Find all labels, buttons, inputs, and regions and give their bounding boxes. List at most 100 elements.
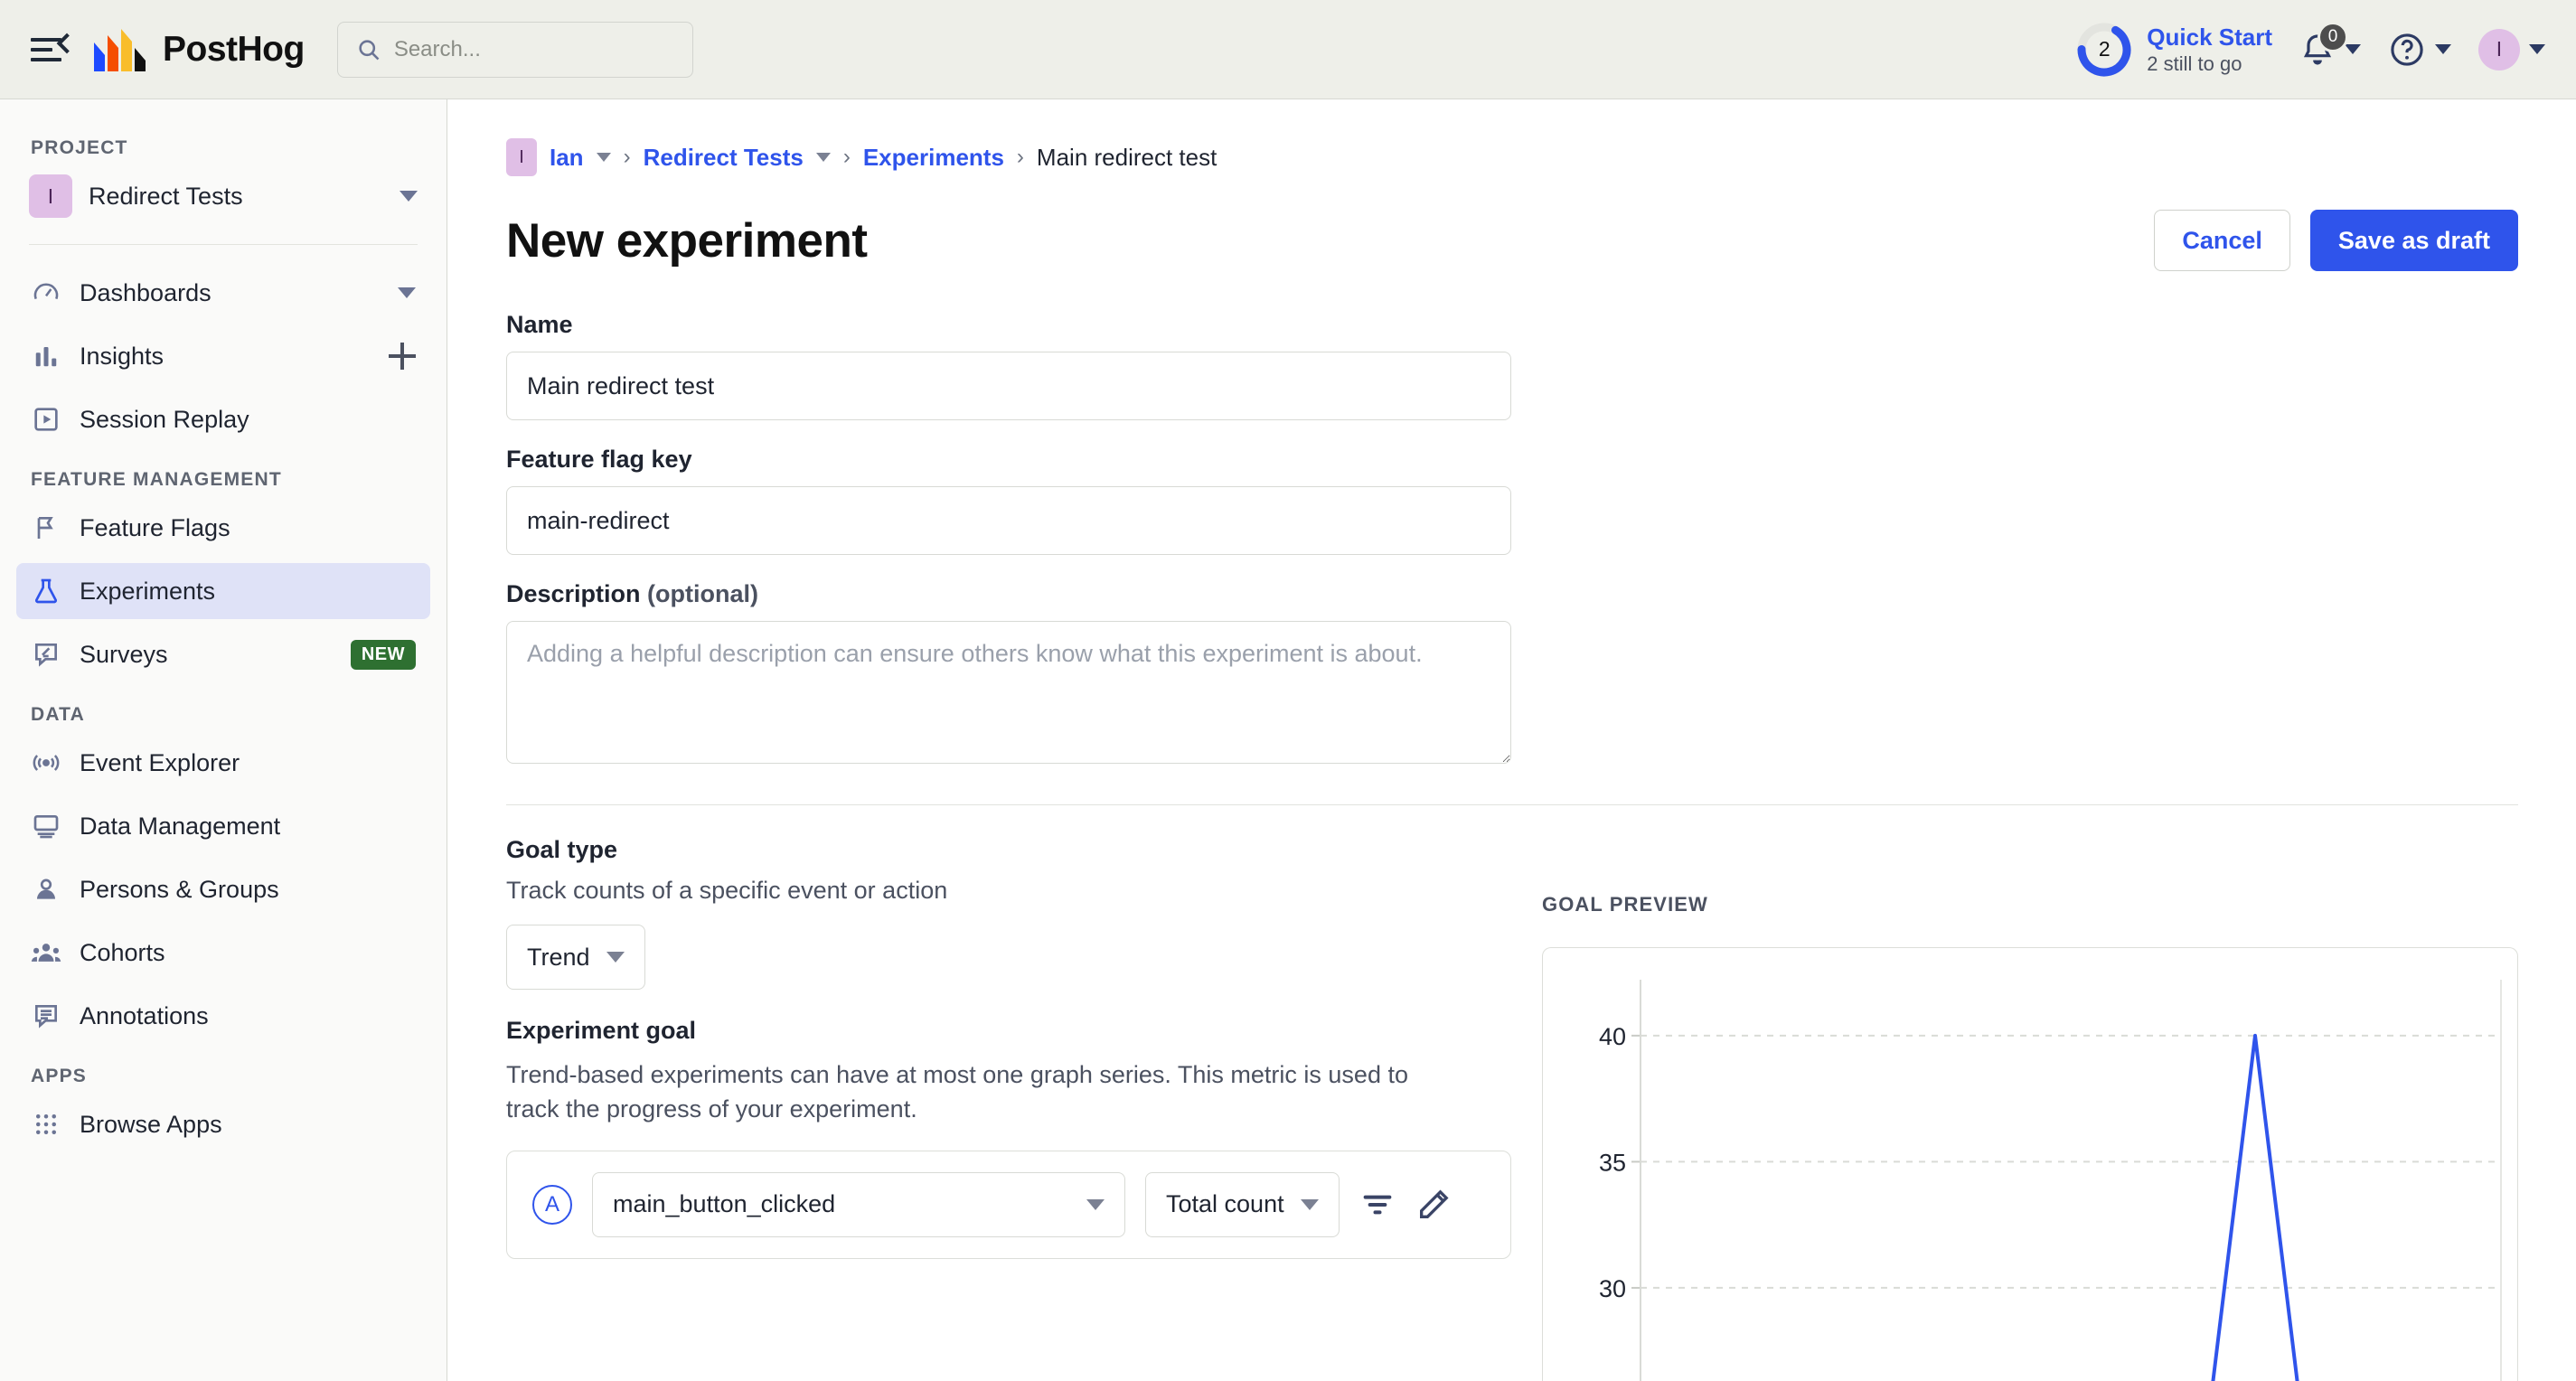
sidebar-item-dashboards[interactable]: Dashboards bbox=[16, 265, 430, 321]
sidebar-item-label: Cohorts bbox=[80, 938, 165, 966]
notifications-button[interactable]: 0 bbox=[2299, 21, 2361, 69]
sidebar-item-persons-groups[interactable]: Persons & Groups bbox=[16, 861, 430, 917]
description-label: Description (optional) bbox=[506, 580, 1511, 608]
svg-text:40: 40 bbox=[1599, 1023, 1626, 1050]
sidebar-item-cohorts[interactable]: Cohorts bbox=[16, 925, 430, 981]
sidebar-item-session-replay[interactable]: Session Replay bbox=[16, 391, 430, 447]
page-header: New experiment Cancel Save as draft bbox=[506, 210, 2518, 271]
breadcrumb: I Ian › Redirect Tests › Experiments › M… bbox=[506, 136, 2518, 179]
experiment-goal-label: Experiment goal bbox=[506, 1017, 697, 1044]
sidebar-item-label: Experiments bbox=[80, 577, 216, 605]
pencil-icon[interactable] bbox=[1415, 1187, 1452, 1223]
experiment-goal-series-row: A main_button_clicked Total count bbox=[506, 1150, 1511, 1259]
goal-aggregation-select[interactable]: Total count bbox=[1145, 1171, 1340, 1237]
description-optional-suffix: (optional) bbox=[647, 580, 759, 607]
goal-preview-label: GOAL PREVIEW bbox=[1542, 893, 1708, 916]
sidebar-item-experiments[interactable]: Experiments bbox=[16, 563, 430, 619]
sidebar-item-label: Insights bbox=[80, 342, 165, 370]
sidebar-item-annotations[interactable]: Annotations bbox=[16, 988, 430, 1044]
goal-preview-chart: 40353025 bbox=[1542, 947, 2518, 1381]
sidebar-section-apps: APPS bbox=[31, 1066, 87, 1086]
sidebar-project-switcher[interactable]: I Redirect Tests bbox=[16, 168, 430, 224]
page-actions: Cancel Save as draft bbox=[2154, 210, 2518, 271]
top-bar: PostHog Search... 2 Quick Start 2 still … bbox=[0, 0, 2576, 99]
goal-aggregation-value: Total count bbox=[1166, 1190, 1284, 1218]
sidebar-item-label: Surveys bbox=[80, 640, 168, 668]
sidebar-item-event-explorer[interactable]: Event Explorer bbox=[16, 735, 430, 791]
experiment-form: Name Feature flag key Description (optio… bbox=[506, 311, 2518, 1259]
filter-icon[interactable] bbox=[1359, 1187, 1396, 1223]
feature-flag-key-input[interactable] bbox=[506, 486, 1511, 555]
goal-event-select[interactable]: main_button_clicked bbox=[592, 1171, 1125, 1237]
survey-edit-icon bbox=[31, 639, 61, 670]
sidebar-item-surveys[interactable]: Surveys NEW bbox=[16, 626, 430, 682]
dashboard-gauge-icon bbox=[31, 277, 61, 308]
comment-lines-icon bbox=[31, 1001, 61, 1031]
chevron-down-icon bbox=[2529, 44, 2545, 54]
project-badge: I bbox=[29, 174, 72, 218]
breadcrumb-separator: › bbox=[623, 145, 631, 169]
chevron-down-icon bbox=[400, 191, 418, 202]
posthog-hedgehog-icon bbox=[94, 28, 146, 71]
feature-flag-key-label: Feature flag key bbox=[506, 446, 692, 473]
breadcrumb-item-experiments[interactable]: Experiments bbox=[863, 144, 1004, 172]
cancel-button[interactable]: Cancel bbox=[2154, 210, 2290, 271]
sidebar-item-browse-apps[interactable]: Browse Apps bbox=[16, 1096, 430, 1152]
sidebar-section-feature-management: FEATURE MANAGEMENT bbox=[31, 469, 282, 490]
search-icon bbox=[359, 39, 380, 60]
chevron-left-icon bbox=[56, 33, 78, 53]
description-label-text: Description bbox=[506, 580, 641, 607]
search-input[interactable]: Search... bbox=[336, 21, 693, 78]
sidebar-item-label: Persons & Groups bbox=[80, 875, 279, 903]
sidebar-item-feature-flags[interactable]: Feature Flags bbox=[16, 500, 430, 556]
sidebar-item-label: Dashboards bbox=[80, 278, 212, 306]
chevron-down-icon[interactable] bbox=[596, 153, 611, 162]
posthog-logo[interactable]: PostHog bbox=[92, 26, 305, 73]
experiment-goal-description: Trend-based experiments can have at most… bbox=[506, 1061, 1408, 1123]
help-button[interactable] bbox=[2388, 31, 2451, 69]
bar-chart-icon bbox=[31, 341, 61, 371]
plus-icon[interactable] bbox=[389, 343, 416, 370]
quick-start-count: 2 bbox=[2098, 37, 2111, 61]
goal-event-value: main_button_clicked bbox=[613, 1190, 836, 1218]
chevron-down-icon bbox=[2435, 44, 2451, 54]
svg-text:30: 30 bbox=[1599, 1275, 1626, 1302]
quick-start-button[interactable]: 2 Quick Start 2 still to go bbox=[2076, 22, 2272, 78]
monitor-icon bbox=[31, 811, 61, 841]
quick-start-progress-ring: 2 bbox=[2076, 22, 2132, 78]
breadcrumb-item-redirect-tests[interactable]: Redirect Tests bbox=[644, 144, 804, 172]
goal-type-label: Goal type bbox=[506, 836, 618, 863]
quick-start-subtitle: 2 still to go bbox=[2147, 52, 2242, 75]
quick-start-title: Quick Start bbox=[2147, 23, 2272, 51]
chevron-down-icon[interactable] bbox=[398, 287, 416, 298]
sidebar-item-label: Data Management bbox=[80, 812, 281, 840]
sidebar-item-insights[interactable]: Insights bbox=[16, 328, 430, 384]
page-title: New experiment bbox=[506, 213, 868, 268]
name-input[interactable] bbox=[506, 352, 1511, 420]
chevron-down-icon[interactable] bbox=[815, 153, 831, 162]
new-badge: NEW bbox=[350, 639, 416, 670]
goal-type-selected-value: Trend bbox=[527, 943, 590, 971]
description-textarea[interactable] bbox=[506, 621, 1511, 764]
goal-type-description: Track counts of a specific event or acti… bbox=[506, 877, 948, 904]
sidebar-section-data: DATA bbox=[31, 704, 86, 725]
sidebar-item-data-management[interactable]: Data Management bbox=[16, 798, 430, 854]
chevron-down-icon bbox=[1300, 1198, 1319, 1210]
brand-name: PostHog bbox=[163, 29, 305, 69]
save-as-draft-button[interactable]: Save as draft bbox=[2309, 210, 2518, 271]
breadcrumb-item-ian[interactable]: Ian bbox=[550, 144, 584, 172]
breadcrumb-separator: › bbox=[842, 145, 851, 169]
search-placeholder: Search... bbox=[393, 36, 481, 61]
user-menu-button[interactable]: I bbox=[2478, 28, 2545, 70]
hamburger-collapse-icon[interactable] bbox=[31, 27, 78, 72]
goal-type-select[interactable]: Trend bbox=[506, 925, 645, 990]
breadcrumb-item-current: Main redirect test bbox=[1036, 143, 1217, 171]
goal-preview-line-chart: 40353025 bbox=[1599, 980, 2502, 1381]
form-divider bbox=[506, 804, 2518, 805]
flag-icon bbox=[31, 512, 61, 543]
question-circle-icon bbox=[2391, 33, 2423, 66]
sidebar-item-label: Annotations bbox=[80, 1001, 209, 1029]
chevron-down-icon bbox=[2345, 44, 2361, 54]
breadcrumb-org-badge: I bbox=[506, 138, 537, 176]
top-bar-actions: 2 Quick Start 2 still to go 0 I bbox=[2076, 21, 2545, 78]
